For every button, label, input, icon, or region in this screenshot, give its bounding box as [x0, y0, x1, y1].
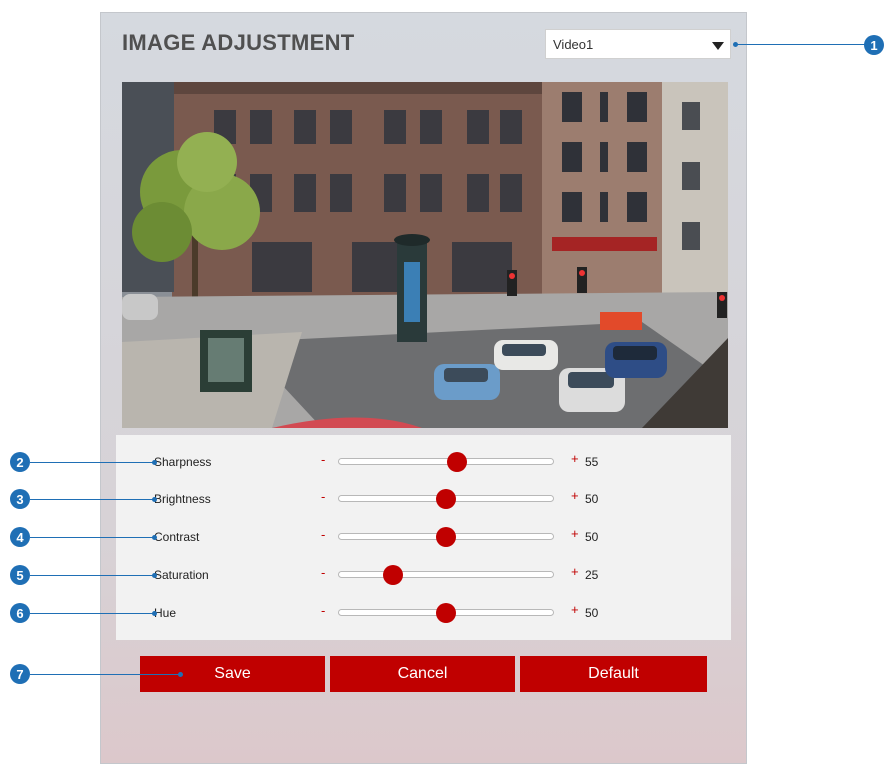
callout-line — [30, 462, 154, 463]
hue-label: Hue — [154, 606, 177, 620]
plus-icon[interactable]: + — [571, 451, 579, 466]
callout-badge-2: 2 — [10, 452, 30, 472]
minus-icon[interactable]: - — [321, 452, 325, 467]
saturation-label: Saturation — [154, 568, 209, 582]
street-scene-image — [122, 82, 728, 428]
cancel-button[interactable]: Cancel — [330, 656, 515, 692]
contrast-value: 50 — [585, 530, 599, 544]
saturation-slider[interactable] — [338, 565, 554, 585]
callout-line — [30, 674, 180, 675]
minus-icon[interactable]: - — [321, 527, 325, 542]
sharpness-value: 55 — [585, 455, 599, 469]
hue-slider[interactable] — [338, 603, 554, 623]
callout-line — [30, 575, 154, 576]
callout-badge-3: 3 — [10, 489, 30, 509]
minus-icon[interactable]: - — [321, 565, 325, 580]
plus-icon[interactable]: + — [571, 488, 579, 503]
callout-dot — [152, 611, 157, 616]
video-stream-select[interactable]: Video1 — [545, 29, 731, 59]
callout-line — [30, 537, 154, 538]
default-button[interactable]: Default — [520, 656, 707, 692]
slider-handle[interactable] — [446, 452, 467, 472]
callout-line — [735, 44, 865, 45]
callout-badge-5: 5 — [10, 565, 30, 585]
slider-handle[interactable] — [436, 603, 456, 623]
callout-dot — [152, 535, 157, 540]
contrast-slider[interactable] — [338, 527, 554, 547]
plus-icon[interactable]: + — [571, 526, 579, 541]
slider-row-contrast: Contrast - + 50 — [116, 524, 731, 550]
page-title: IMAGE ADJUSTMENT — [122, 30, 355, 55]
minus-icon[interactable]: - — [321, 489, 325, 504]
brightness-slider[interactable] — [338, 489, 554, 509]
callout-badge-4: 4 — [10, 527, 30, 547]
sharpness-slider[interactable] — [338, 452, 554, 472]
callout-line — [30, 499, 154, 500]
callout-dot — [152, 497, 157, 502]
triangle-down-icon — [712, 42, 724, 50]
callout-dot — [152, 460, 157, 465]
slider-row-brightness: Brightness - + 50 — [116, 486, 731, 512]
slider-row-hue: Hue - + 50 — [116, 600, 731, 626]
minus-icon[interactable]: - — [321, 603, 325, 618]
slider-row-saturation: Saturation - + 25 — [116, 562, 731, 588]
callout-line — [30, 613, 154, 614]
callout-dot — [733, 42, 738, 47]
brightness-label: Brightness — [154, 492, 211, 506]
plus-icon[interactable]: + — [571, 564, 579, 579]
callout-dot — [178, 672, 183, 677]
adjustment-sliders-panel: Sharpness - + 55 Brightness - + 50 Contr… — [116, 435, 731, 640]
slider-row-sharpness: Sharpness - + 55 — [116, 449, 731, 475]
callout-badge-6: 6 — [10, 603, 30, 623]
slider-handle[interactable] — [436, 489, 456, 509]
brightness-value: 50 — [585, 492, 599, 506]
callout-dot — [152, 573, 157, 578]
video-stream-value: Video1 — [553, 37, 594, 52]
hue-value: 50 — [585, 606, 599, 620]
callout-badge-1: 1 — [864, 35, 884, 55]
plus-icon[interactable]: + — [571, 602, 579, 617]
saturation-value: 25 — [585, 568, 599, 582]
sharpness-label: Sharpness — [154, 455, 212, 469]
contrast-label: Contrast — [154, 530, 200, 544]
slider-handle[interactable] — [382, 565, 403, 585]
slider-handle[interactable] — [436, 527, 456, 547]
camera-preview — [122, 82, 728, 428]
callout-badge-7: 7 — [10, 664, 30, 684]
